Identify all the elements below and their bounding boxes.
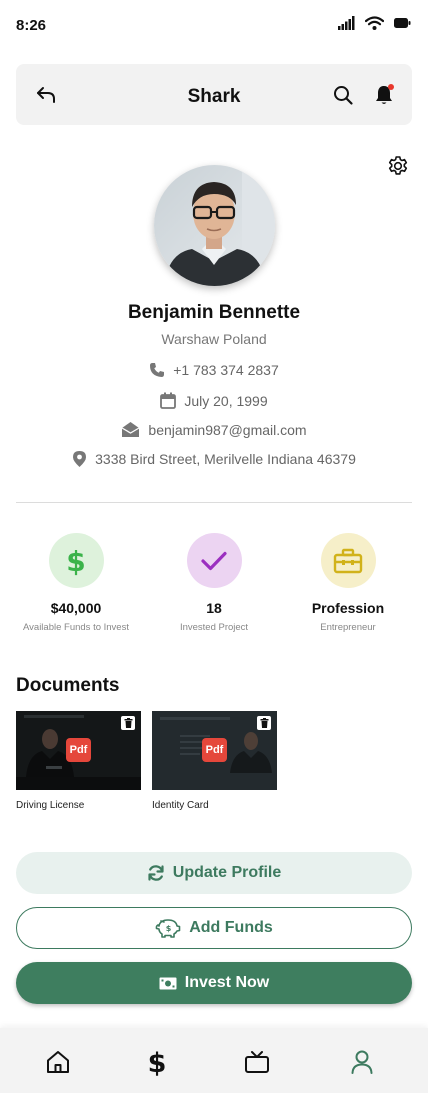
delete-document-button[interactable] [257, 716, 271, 730]
stat-value: $40,000 [50, 600, 102, 616]
nav-media[interactable] [243, 1048, 271, 1076]
calendar-icon [160, 392, 177, 409]
pdf-badge: Pdf [66, 738, 91, 762]
briefcase-icon [333, 548, 363, 573]
invest-now-button[interactable]: Invest Now [16, 962, 412, 1004]
document-label: Driving License [16, 800, 85, 811]
stat-icon-circle [186, 533, 242, 588]
dollar-icon: $ [66, 546, 85, 576]
avatar [154, 165, 275, 286]
nav-funds[interactable]: $ [143, 1048, 171, 1076]
bottom-navigation: $ [0, 1028, 428, 1093]
update-profile-label: Update Profile [172, 864, 282, 881]
stat-caption: Invested Project [179, 622, 249, 633]
stat-icon-circle: $ [48, 533, 104, 588]
invest-now-label: Invest Now [184, 974, 270, 991]
document-thumbnail[interactable]: Pdf [16, 711, 141, 790]
location-pin-icon [73, 451, 87, 467]
tv-icon [245, 1051, 269, 1073]
birthdate-row: July 20, 1999 [0, 392, 428, 409]
status-icons [338, 16, 411, 30]
document-thumbnail[interactable]: Pdf [152, 711, 277, 790]
document-card-driving-license[interactable]: Pdf Driving License [16, 711, 141, 811]
email: benjamin987@gmail.com [148, 421, 307, 438]
check-icon [201, 551, 227, 570]
refresh-icon [148, 865, 164, 881]
divider [16, 502, 412, 503]
stat-invested-projects: 18 Invested Project [144, 533, 284, 633]
profile-location: Warshaw Poland [161, 331, 267, 347]
wifi-icon [365, 16, 384, 30]
email-row: benjamin987@gmail.com [0, 421, 428, 438]
piggy-bank-icon: $ [155, 919, 181, 938]
address: 3338 Bird Street, Merilvelle Indiana 463… [95, 451, 356, 467]
envelope-open-icon [122, 422, 140, 437]
stat-available-funds: $ $40,000 Available Funds to Invest [6, 533, 146, 633]
notification-dot [388, 84, 394, 90]
stat-caption: Entrepreneur [320, 622, 376, 633]
stat-value: Profession [311, 600, 385, 616]
status-time: 8:26 [16, 17, 47, 34]
signal-icon [338, 16, 355, 30]
trash-icon [124, 718, 132, 728]
delete-document-button[interactable] [121, 716, 135, 730]
documents-heading: Documents [16, 675, 120, 696]
trash-icon [260, 718, 268, 728]
stat-icon-circle [320, 533, 376, 588]
pdf-badge: Pdf [202, 738, 227, 762]
add-funds-label: Add Funds [189, 919, 273, 936]
status-bar: 8:26 [0, 0, 428, 50]
birthdate: July 20, 1999 [184, 392, 268, 409]
phone-number: +1 783 374 2837 [173, 362, 279, 378]
nav-profile[interactable] [348, 1048, 376, 1076]
svg-text:$: $ [166, 924, 172, 933]
address-row: 3338 Bird Street, Merilvelle Indiana 463… [0, 450, 428, 468]
stat-caption: Available Funds to Invest [23, 622, 129, 633]
stat-profession: Profession Entrepreneur [278, 533, 418, 633]
document-label: Identity Card [152, 800, 209, 811]
add-funds-button[interactable]: $ Add Funds [16, 907, 412, 949]
nav-home[interactable] [44, 1048, 72, 1076]
battery-icon [394, 18, 411, 28]
dollar-icon: $ [148, 1048, 167, 1076]
svg-text:$: $ [148, 1048, 167, 1076]
app-header: Shark [16, 64, 412, 125]
notification-bell-icon[interactable] [372, 83, 396, 107]
user-icon [351, 1050, 373, 1074]
update-profile-button[interactable]: Update Profile [16, 852, 412, 894]
home-icon [47, 1051, 69, 1073]
phone-row: +1 783 374 2837 [0, 362, 428, 378]
svg-text:$: $ [66, 546, 85, 576]
search-icon[interactable] [332, 84, 354, 106]
gear-icon[interactable] [386, 154, 410, 178]
stat-value: 18 [206, 600, 222, 616]
cash-icon [159, 977, 177, 989]
phone-icon [150, 363, 165, 377]
document-card-identity-card[interactable]: Pdf Identity Card [152, 711, 277, 811]
profile-name: Benjamin Bennette [127, 302, 301, 323]
